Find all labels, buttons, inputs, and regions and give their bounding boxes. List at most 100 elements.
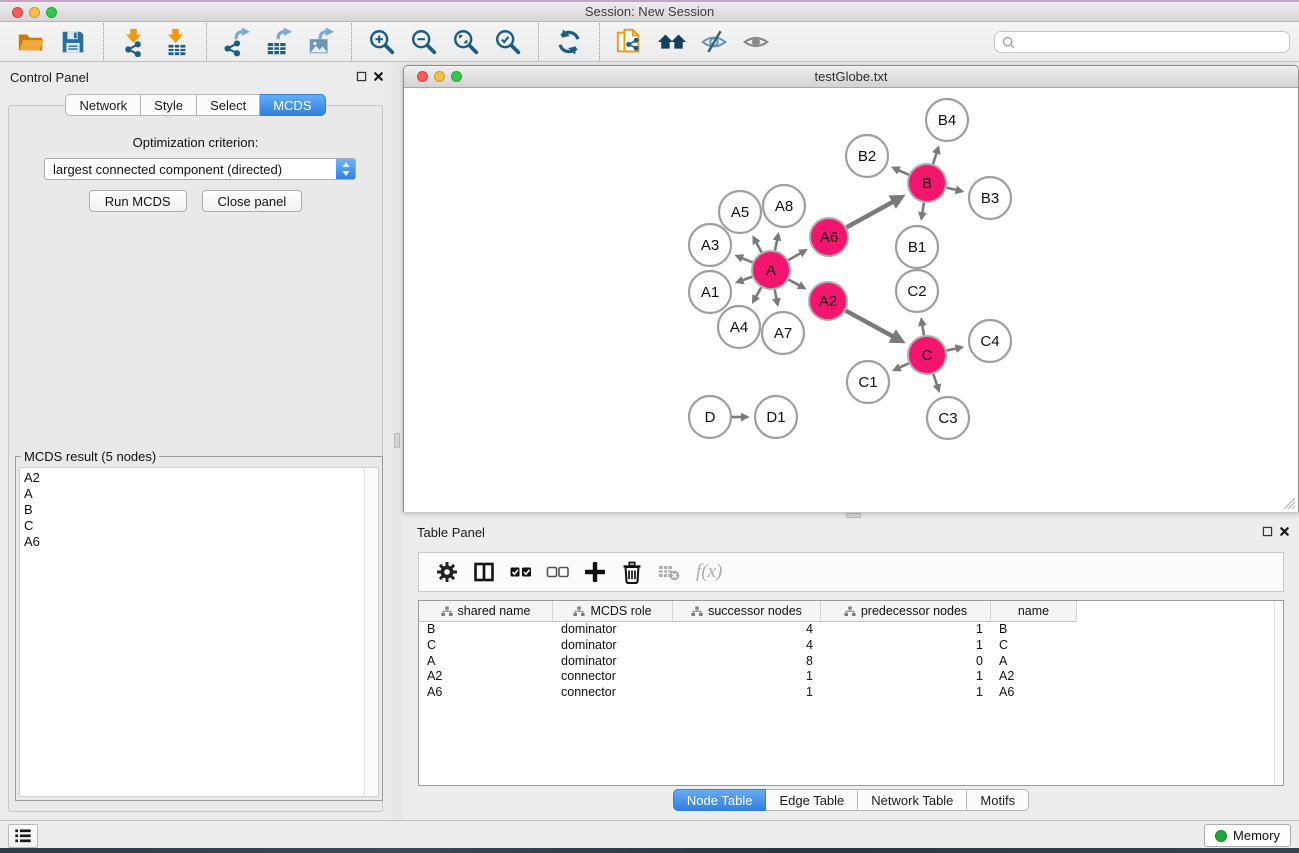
edge-A6-B[interactable] (847, 197, 902, 227)
network-window-titlebar[interactable]: testGlobe.txt (404, 66, 1298, 88)
vertical-splitter[interactable] (391, 62, 403, 820)
table-row[interactable]: Bdominator41B (419, 622, 1283, 638)
zoom-selected-icon[interactable] (490, 25, 526, 59)
table-cell[interactable]: B (419, 622, 553, 638)
table-cell[interactable]: 1 (821, 685, 991, 701)
close-panel-icon[interactable] (371, 69, 386, 84)
edge-B-B1[interactable] (921, 203, 923, 219)
node-D1[interactable]: D1 (755, 396, 797, 438)
export-network-icon[interactable] (219, 25, 255, 59)
table-cell[interactable]: B (991, 622, 1077, 638)
task-history-button[interactable] (8, 824, 38, 848)
edge-B-B4[interactable] (933, 148, 938, 164)
tab-network-table[interactable]: Network Table (858, 789, 967, 811)
edge-A-A5[interactable] (754, 238, 762, 253)
node-C3[interactable]: C3 (927, 397, 969, 439)
table-settings-icon[interactable] (433, 558, 461, 586)
edge-A-A3[interactable] (737, 256, 753, 262)
edge-A-A8[interactable] (775, 234, 778, 250)
table-cell[interactable]: 8 (673, 654, 821, 670)
table-row[interactable]: A6connector11A6 (419, 685, 1283, 701)
table-cell[interactable]: connector (553, 685, 673, 701)
table-cell[interactable]: C (419, 638, 553, 654)
network-zoom-button[interactable] (451, 71, 462, 82)
deselect-all-columns-icon[interactable] (544, 558, 572, 586)
import-table-icon[interactable] (158, 25, 194, 59)
table-row[interactable]: Adominator80A (419, 654, 1283, 670)
new-network-from-file-icon[interactable] (612, 25, 648, 59)
node-C4[interactable]: C4 (969, 320, 1011, 362)
table-cell[interactable]: 1 (673, 685, 821, 701)
close-window-button[interactable] (12, 7, 23, 18)
memory-button[interactable]: Memory (1204, 824, 1291, 847)
column-header-shared-name[interactable]: shared name (419, 601, 553, 622)
table-cell[interactable]: connector (553, 669, 673, 685)
tab-mcds[interactable]: MCDS (260, 94, 325, 116)
table-cell[interactable]: 4 (673, 622, 821, 638)
zoom-window-button[interactable] (46, 7, 57, 18)
column-header-name[interactable]: name (991, 601, 1077, 622)
tab-motifs[interactable]: Motifs (967, 789, 1029, 811)
home-icon[interactable] (654, 25, 690, 59)
table-cell[interactable]: dominator (553, 622, 673, 638)
zoom-in-icon[interactable] (364, 25, 400, 59)
zoom-out-icon[interactable] (406, 25, 442, 59)
table-cell[interactable]: 0 (821, 654, 991, 670)
edge-C-C4[interactable] (947, 347, 962, 350)
result-item[interactable]: A (20, 486, 378, 502)
edge-A-A1[interactable] (737, 277, 752, 282)
criterion-select[interactable]: largest connected component (directed) (44, 158, 356, 180)
result-list-scrollbar[interactable] (364, 468, 378, 796)
column-header-predecessor-nodes[interactable]: predecessor nodes (821, 601, 991, 622)
tab-style[interactable]: Style (141, 94, 197, 116)
edge-A2-C[interactable] (846, 311, 902, 342)
search-input[interactable] (1016, 35, 1283, 49)
column-header-successor-nodes[interactable]: successor nodes (673, 601, 821, 622)
vertical-splitter-handle[interactable] (394, 433, 400, 448)
network-canvas[interactable]: AA1A2A3A4A5A6A7A8BB1B2B3B4CC1C2C3C4DD1 (404, 88, 1298, 512)
edge-C-C2[interactable] (921, 320, 923, 336)
node-C2[interactable]: C2 (896, 270, 938, 312)
result-item[interactable]: A2 (20, 470, 378, 486)
save-session-icon[interactable] (55, 25, 91, 59)
edge-A-A2[interactable] (789, 280, 805, 289)
result-item[interactable]: A6 (20, 534, 378, 550)
search-box[interactable] (994, 31, 1290, 53)
add-column-icon[interactable] (581, 558, 609, 586)
result-item[interactable]: B (20, 502, 378, 518)
node-A2[interactable]: A2 (809, 282, 847, 320)
show-graphics-icon[interactable] (738, 25, 774, 59)
horizontal-splitter[interactable] (403, 512, 1299, 519)
minimize-window-button[interactable] (29, 7, 40, 18)
node-D[interactable]: D (689, 396, 731, 438)
node-A3[interactable]: A3 (689, 224, 731, 266)
run-mcds-button[interactable]: Run MCDS (89, 190, 187, 212)
tab-select[interactable]: Select (197, 94, 260, 116)
refresh-icon[interactable] (551, 25, 587, 59)
float-panel-icon[interactable] (354, 69, 369, 84)
table-cell[interactable]: C (991, 638, 1077, 654)
edge-A-A4[interactable] (753, 287, 761, 301)
edge-A-A7[interactable] (775, 290, 778, 305)
column-header-MCDS-role[interactable]: MCDS role (553, 601, 673, 622)
node-B3[interactable]: B3 (969, 177, 1011, 219)
node-C1[interactable]: C1 (847, 361, 889, 403)
table-cell[interactable]: 1 (821, 622, 991, 638)
node-A5[interactable]: A5 (719, 191, 761, 233)
apply-function-icon[interactable]: f(x) (692, 558, 726, 586)
table-cell[interactable]: 1 (673, 669, 821, 685)
zoom-fit-icon[interactable] (448, 25, 484, 59)
table-cell[interactable]: 1 (821, 638, 991, 654)
node-B1[interactable]: B1 (896, 226, 938, 268)
network-minimize-button[interactable] (434, 71, 445, 82)
close-panel-button[interactable]: Close panel (202, 190, 303, 212)
table-cell[interactable]: A (419, 654, 553, 670)
node-A4[interactable]: A4 (718, 306, 760, 348)
show-columns-icon[interactable] (470, 558, 498, 586)
open-session-icon[interactable] (13, 25, 49, 59)
table-float-panel-icon[interactable] (1260, 524, 1275, 539)
edge-C-C1[interactable] (894, 363, 908, 370)
tab-edge-table[interactable]: Edge Table (766, 789, 858, 811)
table-cell[interactable]: A (991, 654, 1077, 670)
node-A8[interactable]: A8 (763, 185, 805, 227)
